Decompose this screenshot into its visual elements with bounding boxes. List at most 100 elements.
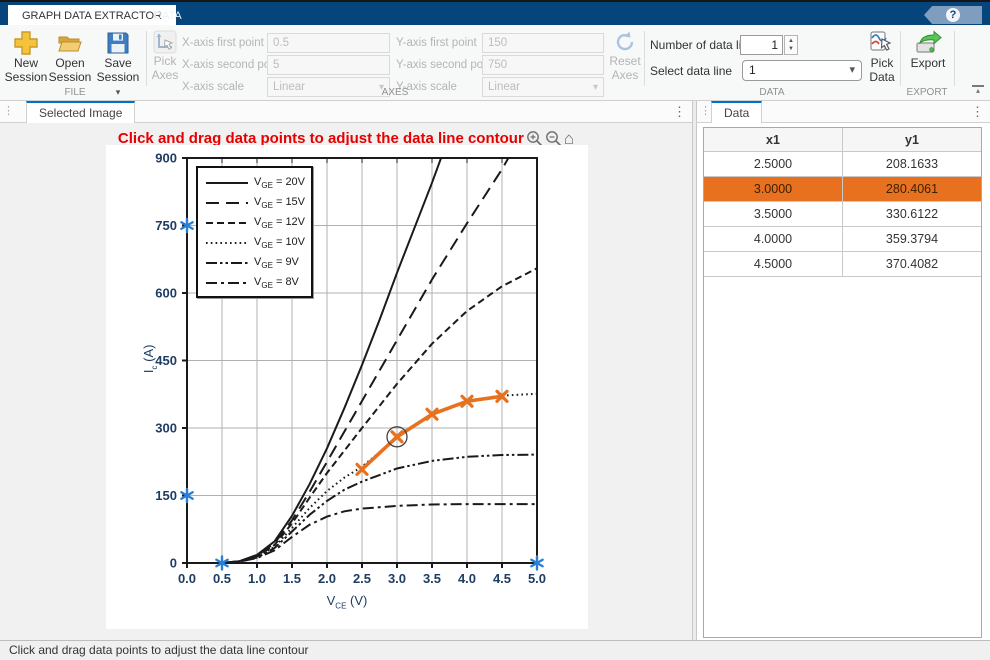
tab-data-table[interactable]: Data	[711, 101, 762, 123]
select-data-line-dropdown[interactable]: 1 ▾	[742, 60, 862, 81]
svg-text:1.0: 1.0	[248, 571, 266, 586]
spinner-up-icon[interactable]: ▲	[788, 38, 794, 44]
x-axis-label: VCE (V)	[106, 593, 588, 611]
table-cell[interactable]: 3.0000	[704, 177, 843, 202]
data-panel: ⋮ Data ⋮ x1y12.5000208.16333.0000280.406…	[697, 101, 990, 640]
graph-data-extractor-app: GRAPH DATA EXTRACTOR DATA ? New Session …	[0, 0, 990, 660]
legend-entry: VGE = 9V	[204, 253, 305, 273]
legend-entry: VGE = 12V	[204, 213, 305, 233]
column-header[interactable]: x1	[704, 128, 843, 152]
save-session-floppy-icon	[105, 30, 131, 56]
x-first-input[interactable]: 0.5	[267, 33, 390, 53]
section-divider	[900, 31, 901, 86]
new-session-label2: Session	[5, 70, 48, 84]
table-cell[interactable]: 4.0000	[704, 227, 843, 252]
collapse-toolstrip-button[interactable]: ▴	[972, 85, 984, 94]
table-cell[interactable]: 359.3794	[843, 227, 981, 252]
y-second-input[interactable]: 750	[482, 55, 604, 75]
table-cell[interactable]: 4.5000	[704, 252, 843, 277]
svg-text:2.0: 2.0	[318, 571, 336, 586]
status-bar: Click and drag data points to adjust the…	[0, 640, 990, 660]
section-divider	[146, 31, 147, 86]
pick-axes-label: Pick	[154, 54, 177, 68]
svg-text:300: 300	[155, 421, 177, 436]
file-section-label: FILE	[5, 87, 145, 98]
reset-axes-label2: Axes	[612, 68, 639, 82]
export-button[interactable]: Export	[906, 30, 950, 70]
x-first-label: X-axis first point	[182, 37, 264, 49]
tab-selected-image[interactable]: Selected Image	[26, 101, 135, 123]
num-data-lines-input[interactable]: 1	[740, 35, 783, 55]
table-row[interactable]: 3.0000280.4061	[704, 177, 981, 202]
tab-data[interactable]: DATA	[140, 5, 196, 27]
export-icon	[914, 30, 942, 56]
table-row[interactable]: 3.5000330.6122	[704, 202, 981, 227]
panel-grip-icon[interactable]: ⋮	[3, 104, 12, 117]
legend-line-sample	[204, 237, 250, 249]
new-session-label: New	[14, 56, 38, 70]
open-session-button[interactable]: Open Session	[49, 30, 91, 84]
reset-axes-icon	[613, 30, 637, 54]
table-cell[interactable]: 370.4082	[843, 252, 981, 277]
y-first-input[interactable]: 150	[482, 33, 604, 53]
dropdown-arrow-icon: ▾	[849, 63, 855, 76]
main-area: ⋮ Selected Image ⋮ Click and drag data p…	[0, 101, 990, 640]
new-session-button[interactable]: New Session	[5, 30, 47, 84]
pick-data-label: Pick	[871, 56, 894, 70]
y-axis-label: Ic (A)	[141, 329, 159, 389]
open-session-folder-icon	[57, 30, 83, 56]
pick-data-button[interactable]: Pick Data	[866, 30, 898, 84]
help-button[interactable]: ?	[924, 6, 982, 24]
table-row[interactable]: 4.0000359.3794	[704, 227, 981, 252]
spinner-down-icon[interactable]: ▼	[788, 46, 794, 52]
pick-axes-label2: Axes	[152, 68, 179, 82]
legend-label: VGE = 10V	[254, 236, 305, 250]
reset-axes-button[interactable]: Reset Axes	[608, 30, 642, 82]
table-cell[interactable]: 280.4061	[843, 177, 981, 202]
selected-image-panel: ⋮ Selected Image ⋮ Click and drag data p…	[0, 101, 692, 640]
svg-text:5.0: 5.0	[528, 571, 546, 586]
legend-line-sample	[204, 197, 250, 209]
chart-legend: VGE = 20V VGE = 15V VGE = 12V VGE = 10V VGE …	[196, 166, 313, 298]
toolstrip: New Session Open Session Save Session ▾	[0, 25, 990, 101]
chart-plot[interactable]: 0.00.51.01.52.02.53.03.54.04.55.00150300…	[106, 145, 588, 629]
table-row[interactable]: 4.5000370.4082	[704, 252, 981, 277]
legend-label: VGE = 9V	[254, 256, 299, 270]
new-session-plus-icon	[13, 30, 39, 56]
table-row[interactable]: 2.5000208.1633	[704, 152, 981, 177]
image-canvas-area: Click and drag data points to adjust the…	[0, 123, 692, 640]
svg-text:2.5: 2.5	[353, 571, 371, 586]
legend-entry: VGE = 8V	[204, 273, 305, 293]
num-data-lines-stepper[interactable]: ▲ ▼	[784, 35, 798, 55]
legend-line-sample	[204, 177, 250, 189]
svg-text:3.5: 3.5	[423, 571, 441, 586]
export-label: Export	[911, 56, 946, 70]
panel-menu-icon[interactable]: ⋮	[673, 104, 686, 120]
reset-axes-label: Reset	[609, 54, 640, 68]
table-cell[interactable]: 2.5000	[704, 152, 843, 177]
y-first-label: Y-axis first point	[396, 37, 477, 49]
table-cell[interactable]: 330.6122	[843, 202, 981, 227]
legend-label: VGE = 15V	[254, 196, 305, 210]
svg-text:600: 600	[155, 286, 177, 301]
pick-data-label2: Data	[869, 70, 894, 84]
panel-menu-icon[interactable]: ⋮	[971, 104, 984, 120]
x-second-input[interactable]: 5	[267, 55, 390, 75]
save-session-label: Save	[104, 56, 131, 70]
axes-section-label: AXES	[150, 87, 640, 98]
svg-text:1.5: 1.5	[283, 571, 301, 586]
legend-label: VGE = 20V	[254, 176, 305, 190]
panel-grip-icon[interactable]: ⋮	[700, 104, 709, 117]
question-mark-icon: ?	[946, 8, 960, 22]
left-tab-row: ⋮ Selected Image ⋮	[0, 101, 692, 123]
column-header[interactable]: y1	[843, 128, 981, 152]
legend-line-sample	[204, 257, 250, 269]
pick-axes-icon	[153, 30, 177, 54]
right-tab-row: ⋮ Data ⋮	[697, 101, 990, 123]
legend-label: VGE = 8V	[254, 276, 299, 290]
table-cell[interactable]: 3.5000	[704, 202, 843, 227]
table-cell[interactable]: 208.1633	[843, 152, 981, 177]
pick-axes-button[interactable]: Pick Axes	[150, 30, 180, 82]
open-session-label2: Session	[49, 70, 92, 84]
legend-entry: VGE = 20V	[204, 173, 305, 193]
